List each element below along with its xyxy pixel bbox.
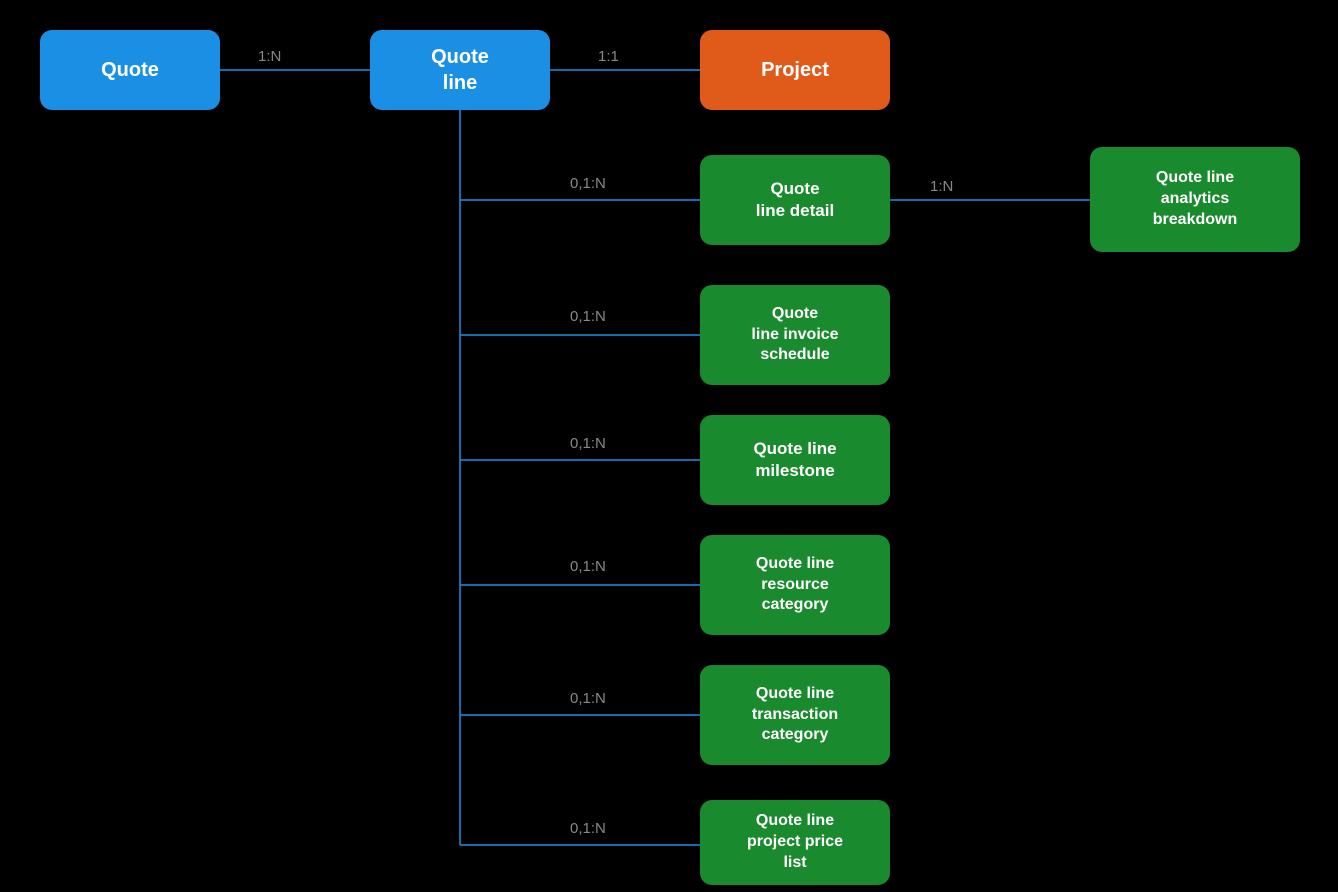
- quote-line-price-node: Quote lineproject pricelist: [700, 800, 890, 885]
- relation-quote-quoteline: 1:N: [258, 48, 281, 65]
- quote-line-transaction-node: Quote linetransactioncategory: [700, 665, 890, 765]
- diagram: Quote Quoteline Project Quoteline detail…: [0, 0, 1338, 892]
- relation-detail-analytics: 1:N: [930, 178, 953, 195]
- relation-quoteline-milestone: 0,1:N: [570, 435, 606, 452]
- quote-line-analytics-node: Quote lineanalyticsbreakdown: [1090, 147, 1300, 252]
- quote-line-node: Quoteline: [370, 30, 550, 110]
- relation-quoteline-project: 1:1: [598, 48, 619, 65]
- connector-lines: [0, 0, 1338, 892]
- quote-line-detail-node: Quoteline detail: [700, 155, 890, 245]
- relation-quoteline-price: 0,1:N: [570, 820, 606, 837]
- quote-line-resource-node: Quote lineresourcecategory: [700, 535, 890, 635]
- quote-line-invoice-node: Quoteline invoiceschedule: [700, 285, 890, 385]
- relation-quoteline-invoice: 0,1:N: [570, 308, 606, 325]
- relation-quoteline-transaction: 0,1:N: [570, 690, 606, 707]
- project-node: Project: [700, 30, 890, 110]
- quote-line-milestone-node: Quote linemilestone: [700, 415, 890, 505]
- relation-quoteline-detail: 0,1:N: [570, 175, 606, 192]
- relation-quoteline-resource: 0,1:N: [570, 558, 606, 575]
- quote-node: Quote: [40, 30, 220, 110]
